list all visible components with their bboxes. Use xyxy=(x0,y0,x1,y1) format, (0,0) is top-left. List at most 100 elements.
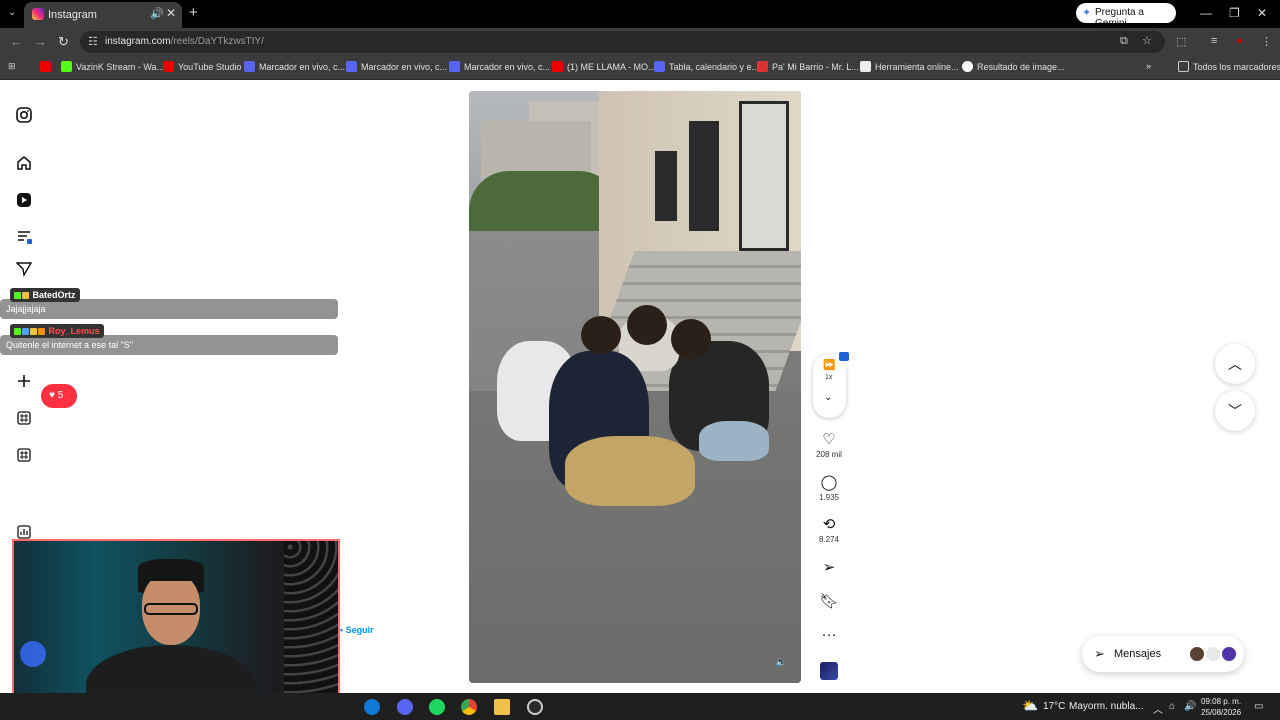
weather-description[interactable]: Mayorm. nubla... xyxy=(1069,701,1143,712)
chat-username: Roy_Lemus xyxy=(10,324,104,338)
chrome-icon[interactable] xyxy=(461,699,477,715)
volume-icon[interactable]: 🔈 xyxy=(775,657,787,668)
tab-strip: ⌄ Instagram 🔊 ✕ + ✦ Pregunta a Gemini — … xyxy=(0,0,1280,29)
bookmark-item[interactable]: Resultado de image... xyxy=(962,61,1065,72)
bookmark-item[interactable]: VazinK Stream - Wa... xyxy=(61,61,164,72)
volume-icon[interactable]: 🔊 xyxy=(1184,701,1196,712)
next-reel-button[interactable]: ﹀ xyxy=(1215,391,1255,431)
comment-count: 1.935 xyxy=(818,493,840,502)
previous-reel-button[interactable]: ︿ xyxy=(1215,344,1255,384)
playback-speed-control[interactable]: ⏩ 1x ⌄ xyxy=(813,352,849,418)
profile-icon[interactable]: ● xyxy=(1236,35,1243,47)
spotify-icon[interactable] xyxy=(429,699,445,715)
tab-search-icon[interactable]: ⌄ xyxy=(8,7,16,18)
browser-toolbar: ← → ↻ ☷ instagram.com/reels/DaYTkzwsTIY/… xyxy=(0,28,1280,56)
chat-message-text: Jajajjajaja xyxy=(6,304,46,314)
like-button[interactable]: ♡ 208 mil xyxy=(809,430,849,459)
messages-label: Mensajes xyxy=(1114,648,1162,660)
threads-icon[interactable] xyxy=(14,445,34,465)
bookmark-item[interactable]: Marcador en vivo, c... xyxy=(449,61,550,72)
gemini-label: Pregunta a Gemini xyxy=(1095,7,1144,29)
chevron-up-icon[interactable]: ︿ xyxy=(1153,701,1163,716)
bookmark-item[interactable]: Herramienta online... xyxy=(860,61,959,72)
taskbar: ⛅ 17°C Mayorm. nubla... ︿ ⌂ 🔊 09:08 p. m… xyxy=(0,693,1280,720)
direct-messages-icon[interactable] xyxy=(14,259,34,279)
new-feature-badge xyxy=(839,352,849,361)
speaker-icon[interactable]: 🔊 xyxy=(150,7,164,20)
minimize-button[interactable]: — xyxy=(1200,6,1212,20)
gemini-button[interactable]: ✦ Pregunta a Gemini xyxy=(1076,3,1176,29)
bookmarks-bar: ⊞ VazinK Stream - Wa... YouTube Studio M… xyxy=(0,56,1280,80)
bookmark-item[interactable]: Marcador en vivo, c... xyxy=(244,61,345,72)
share-button[interactable]: ➢ xyxy=(809,558,849,576)
bookmark-item[interactable]: Marcador en vivo, c... xyxy=(346,61,447,72)
instagram-favicon-icon xyxy=(32,8,44,20)
more-bookmarks-icon[interactable]: » xyxy=(1146,61,1151,71)
follow-link[interactable]: • Seguir xyxy=(340,625,374,635)
reload-button[interactable]: ↻ xyxy=(58,34,69,50)
edge-icon[interactable] xyxy=(364,699,380,715)
back-button[interactable]: ← xyxy=(10,34,23,49)
weather-temperature[interactable]: 17°C xyxy=(1043,701,1065,712)
browser-tab[interactable]: Instagram 🔊 ✕ xyxy=(24,2,182,28)
comment-button[interactable]: ◯ 1.935 xyxy=(809,473,849,502)
instagram-logo-icon[interactable] xyxy=(14,105,34,125)
chat-message: Jajajjajaja xyxy=(0,299,338,319)
menu-icon[interactable]: ⋮ xyxy=(1261,35,1272,48)
threads-icon[interactable] xyxy=(14,408,34,428)
repost-icon: ⟲ xyxy=(822,516,836,533)
bookmark-item[interactable]: YouTube Studio xyxy=(163,61,241,72)
repost-count: 8.274 xyxy=(818,535,840,544)
discord-icon[interactable] xyxy=(397,699,413,715)
bookmark-icon: 🔖︎ xyxy=(819,593,839,610)
extensions-icon[interactable]: ⬚ xyxy=(1176,35,1186,48)
bookmark-item[interactable]: Pa' Mi Barrio - Mr. L... xyxy=(757,61,859,72)
close-tab-icon[interactable]: ✕ xyxy=(166,6,176,20)
system-clock[interactable]: 09:08 p. m. 25/08/2026 xyxy=(1201,696,1241,718)
chat-username: BatedOrtz xyxy=(10,288,80,302)
media-controls-icon[interactable]: ≡ xyxy=(1211,35,1217,47)
site-info-icon[interactable]: ☷ xyxy=(88,35,98,48)
heart-outline-icon: ♡ xyxy=(822,431,836,448)
like-count: 208 mil xyxy=(816,450,842,459)
apps-icon[interactable]: ⊞ xyxy=(8,61,16,72)
notifications-icon[interactable]: ▭ xyxy=(1254,701,1263,712)
reel-video[interactable]: 🔈 xyxy=(469,91,801,683)
home-icon[interactable] xyxy=(14,153,34,173)
restore-button[interactable]: ❐ xyxy=(1229,6,1240,20)
speed-label: 1x xyxy=(825,374,833,381)
new-tab-button[interactable]: + xyxy=(189,4,198,21)
more-options-button[interactable]: ··· xyxy=(809,626,849,644)
save-button[interactable]: 🔖︎ xyxy=(809,592,849,610)
install-app-icon[interactable]: ⧉ xyxy=(1120,35,1128,48)
address-bar[interactable]: ☷ instagram.com/reels/DaYTkzwsTIY/ ⧉ ☆ xyxy=(80,31,1165,53)
bookmark-item[interactable]: (1) ME LLAMA - MO... xyxy=(552,61,656,72)
bookmark-star-icon[interactable]: ☆ xyxy=(1142,34,1152,47)
chevron-down-icon: ﹀ xyxy=(1228,403,1242,419)
more-icon: ··· xyxy=(821,626,837,643)
chevron-down-icon[interactable]: ⌄ xyxy=(824,392,832,403)
bookmark-item[interactable] xyxy=(40,61,55,72)
avatar xyxy=(1220,645,1238,663)
explore-icon[interactable] xyxy=(14,226,34,246)
network-icon[interactable]: ⌂ xyxy=(1169,701,1175,712)
obs-icon[interactable] xyxy=(527,699,543,715)
fast-forward-icon[interactable]: ⏩ xyxy=(823,360,835,371)
url-text: instagram.com/reels/DaYTkzwsTIY/ xyxy=(105,36,264,47)
chat-message: Quitenle el internet a ese tal "S" xyxy=(0,335,338,355)
clock-date: 25/08/2026 xyxy=(1201,708,1242,717)
create-icon[interactable] xyxy=(14,371,34,391)
audio-thumbnail[interactable] xyxy=(820,662,838,680)
heart-icon: ♥ xyxy=(49,390,55,401)
forward-button[interactable]: → xyxy=(34,34,47,49)
close-window-button[interactable]: ✕ xyxy=(1257,6,1267,20)
file-explorer-icon[interactable] xyxy=(494,699,510,715)
all-bookmarks-folder[interactable]: Todos los marcadores xyxy=(1178,61,1280,72)
weather-icon: ⛅ xyxy=(1022,698,1039,713)
chat-message-text: Quitenle el internet a ese tal "S" xyxy=(6,340,133,350)
messages-button[interactable]: ➢ Mensajes xyxy=(1082,636,1244,672)
bookmark-item[interactable]: Tabla, calendario y e... xyxy=(654,61,759,72)
reels-icon[interactable] xyxy=(14,190,34,210)
repost-button[interactable]: ⟲ 8.274 xyxy=(809,515,849,544)
send-icon: ➢ xyxy=(1094,646,1105,661)
